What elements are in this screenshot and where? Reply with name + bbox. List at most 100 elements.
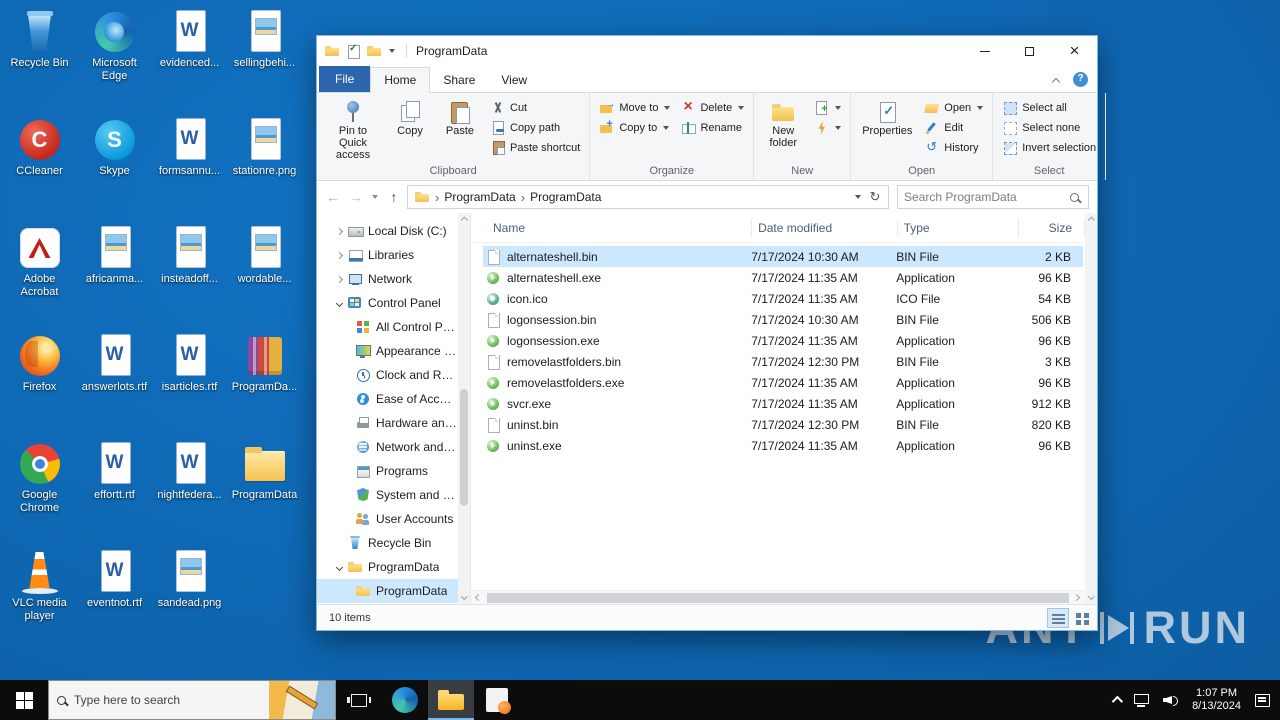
- nav-item[interactable]: Ease of Access: [317, 387, 458, 411]
- scrollbar-thumb[interactable]: [487, 592, 1069, 603]
- expand-chevron-icon[interactable]: [335, 227, 344, 235]
- desktop-icon[interactable]: Recycle Bin: [2, 4, 77, 112]
- desktop-icon[interactable]: isarticles.rtf: [152, 328, 227, 436]
- large-icons-view-button[interactable]: [1071, 608, 1093, 628]
- help-button[interactable]: [1073, 72, 1088, 87]
- nav-item[interactable]: System and Se...: [317, 483, 458, 507]
- title-bar[interactable]: ProgramData: [317, 36, 1097, 66]
- show-hidden-icons-chevron[interactable]: [1111, 695, 1124, 708]
- desktop-icon[interactable]: Adobe Acrobat: [2, 220, 77, 328]
- expand-chevron-icon[interactable]: [335, 275, 344, 283]
- tab-share[interactable]: Share: [430, 68, 488, 92]
- desktop-icon[interactable]: evidenced...: [152, 4, 227, 112]
- column-header-date-modified[interactable]: Date modified: [752, 218, 898, 237]
- desktop-icon[interactable]: wordable...: [227, 220, 302, 328]
- expand-chevron-icon[interactable]: [335, 563, 344, 571]
- volume-icon[interactable]: [1163, 694, 1179, 706]
- copy-path-button[interactable]: Copy path: [486, 118, 584, 138]
- delete-button[interactable]: Delete: [676, 98, 748, 118]
- tab-home[interactable]: Home: [370, 67, 431, 93]
- desktop-icon[interactable]: answerlots.rtf: [77, 328, 152, 436]
- taskbar-app-button[interactable]: [474, 680, 520, 720]
- recent-locations-icon[interactable]: [369, 186, 381, 208]
- desktop-icon[interactable]: ProgramData: [227, 436, 302, 544]
- desktop-icon[interactable]: VLC media player: [2, 544, 77, 652]
- select-all-button[interactable]: Select all: [998, 98, 1100, 118]
- expand-chevron-icon[interactable]: [335, 251, 344, 259]
- nav-scrollbar[interactable]: [458, 213, 470, 604]
- desktop-icon[interactable]: CCleaner: [2, 112, 77, 220]
- nav-item[interactable]: Recycle Bin: [317, 531, 458, 555]
- desktop-icon[interactable]: ProgramDa...: [227, 328, 302, 436]
- new-item-button[interactable]: [809, 98, 845, 118]
- nav-item[interactable]: Appearance an...: [317, 339, 458, 363]
- qat-properties-button[interactable]: [345, 43, 361, 59]
- breadcrumb-item[interactable]: ProgramData: [444, 190, 515, 204]
- taskbar-edge-button[interactable]: [382, 680, 428, 720]
- desktop-icon[interactable]: Firefox: [2, 328, 77, 436]
- file-list-scrollbar[interactable]: [1085, 213, 1097, 604]
- tab-file[interactable]: File: [319, 66, 371, 92]
- nav-item[interactable]: Network and In...: [317, 435, 458, 459]
- open-button[interactable]: Open: [920, 98, 987, 118]
- up-button[interactable]: [384, 186, 404, 208]
- taskbar-search-input[interactable]: Type here to search: [48, 680, 336, 720]
- nav-item[interactable]: ProgramData: [317, 555, 458, 579]
- nav-item[interactable]: Local Disk (C:): [317, 219, 458, 243]
- file-row[interactable]: uninst.bin 7/17/2024 12:30 PM BIN File 8…: [483, 414, 1083, 435]
- file-row[interactable]: icon.ico 7/17/2024 11:35 AM ICO File 54 …: [483, 288, 1083, 309]
- file-row[interactable]: removelastfolders.exe 7/17/2024 11:35 AM…: [483, 372, 1083, 393]
- taskbar-file-explorer-button[interactable]: [428, 680, 474, 720]
- cut-button[interactable]: Cut: [486, 98, 584, 118]
- file-row[interactable]: removelastfolders.bin 7/17/2024 12:30 PM…: [483, 351, 1083, 372]
- maximize-button[interactable]: [1007, 36, 1052, 66]
- network-icon[interactable]: [1134, 693, 1150, 707]
- scroll-right-arrow-icon[interactable]: [1071, 591, 1085, 605]
- history-button[interactable]: History: [920, 138, 987, 158]
- copy-to-button[interactable]: Copy to: [595, 118, 674, 138]
- address-dropdown-icon[interactable]: [855, 195, 861, 199]
- task-view-button[interactable]: [336, 680, 382, 720]
- collapse-ribbon-icon[interactable]: [1051, 77, 1061, 87]
- select-none-button[interactable]: Select none: [998, 118, 1100, 138]
- file-row[interactable]: alternateshell.exe 7/17/2024 11:35 AM Ap…: [483, 267, 1083, 288]
- nav-item[interactable]: User Accounts: [317, 507, 458, 531]
- rename-button[interactable]: Rename: [676, 118, 748, 138]
- nav-item[interactable]: Clock and Regi...: [317, 363, 458, 387]
- details-view-button[interactable]: [1047, 607, 1069, 628]
- properties-button[interactable]: Properties: [856, 96, 918, 137]
- new-folder-button[interactable]: New folder: [759, 96, 807, 149]
- paste-button[interactable]: Paste: [436, 96, 484, 137]
- invert-selection-button[interactable]: Invert selection: [998, 138, 1100, 158]
- pin-to-quick-access-button[interactable]: Pin to Quick access: [322, 96, 384, 161]
- file-row[interactable]: logonsession.exe 7/17/2024 11:35 AM Appl…: [483, 330, 1083, 351]
- back-button[interactable]: [323, 186, 343, 208]
- paste-shortcut-button[interactable]: Paste shortcut: [486, 138, 584, 158]
- desktop-icon[interactable]: insteadoff...: [152, 220, 227, 328]
- desktop-icon[interactable]: Google Chrome: [2, 436, 77, 544]
- move-to-button[interactable]: Move to: [595, 98, 674, 118]
- taskbar-clock[interactable]: 1:07 PM 8/13/2024: [1192, 687, 1241, 713]
- desktop-icon[interactable]: Skype: [77, 112, 152, 220]
- desktop-icon[interactable]: effortt.rtf: [77, 436, 152, 544]
- close-button[interactable]: [1052, 36, 1097, 66]
- qat-new-folder-button[interactable]: [366, 43, 382, 59]
- nav-item[interactable]: Libraries: [317, 243, 458, 267]
- action-center-button[interactable]: [1255, 693, 1270, 707]
- expand-chevron-icon[interactable]: [335, 299, 344, 307]
- file-row[interactable]: logonsession.bin 7/17/2024 10:30 AM BIN …: [483, 309, 1083, 330]
- nav-item[interactable]: Hardware and ...: [317, 411, 458, 435]
- file-row[interactable]: alternateshell.bin 7/17/2024 10:30 AM BI…: [483, 246, 1083, 267]
- easy-access-button[interactable]: [809, 118, 845, 138]
- file-row[interactable]: svcr.exe 7/17/2024 11:35 AM Application …: [483, 393, 1083, 414]
- nav-item[interactable]: Network: [317, 267, 458, 291]
- desktop-icon[interactable]: africanma...: [77, 220, 152, 328]
- nav-item[interactable]: All Control Par...: [317, 315, 458, 339]
- desktop-icon[interactable]: sellingbehi...: [227, 4, 302, 112]
- desktop-icon[interactable]: formsannu...: [152, 112, 227, 220]
- search-highlight-art[interactable]: [269, 681, 335, 719]
- desktop-icon[interactable]: sandead.png: [152, 544, 227, 652]
- nav-item[interactable]: ProgramData: [317, 579, 458, 603]
- forward-button[interactable]: [346, 186, 366, 208]
- start-button[interactable]: [0, 680, 48, 720]
